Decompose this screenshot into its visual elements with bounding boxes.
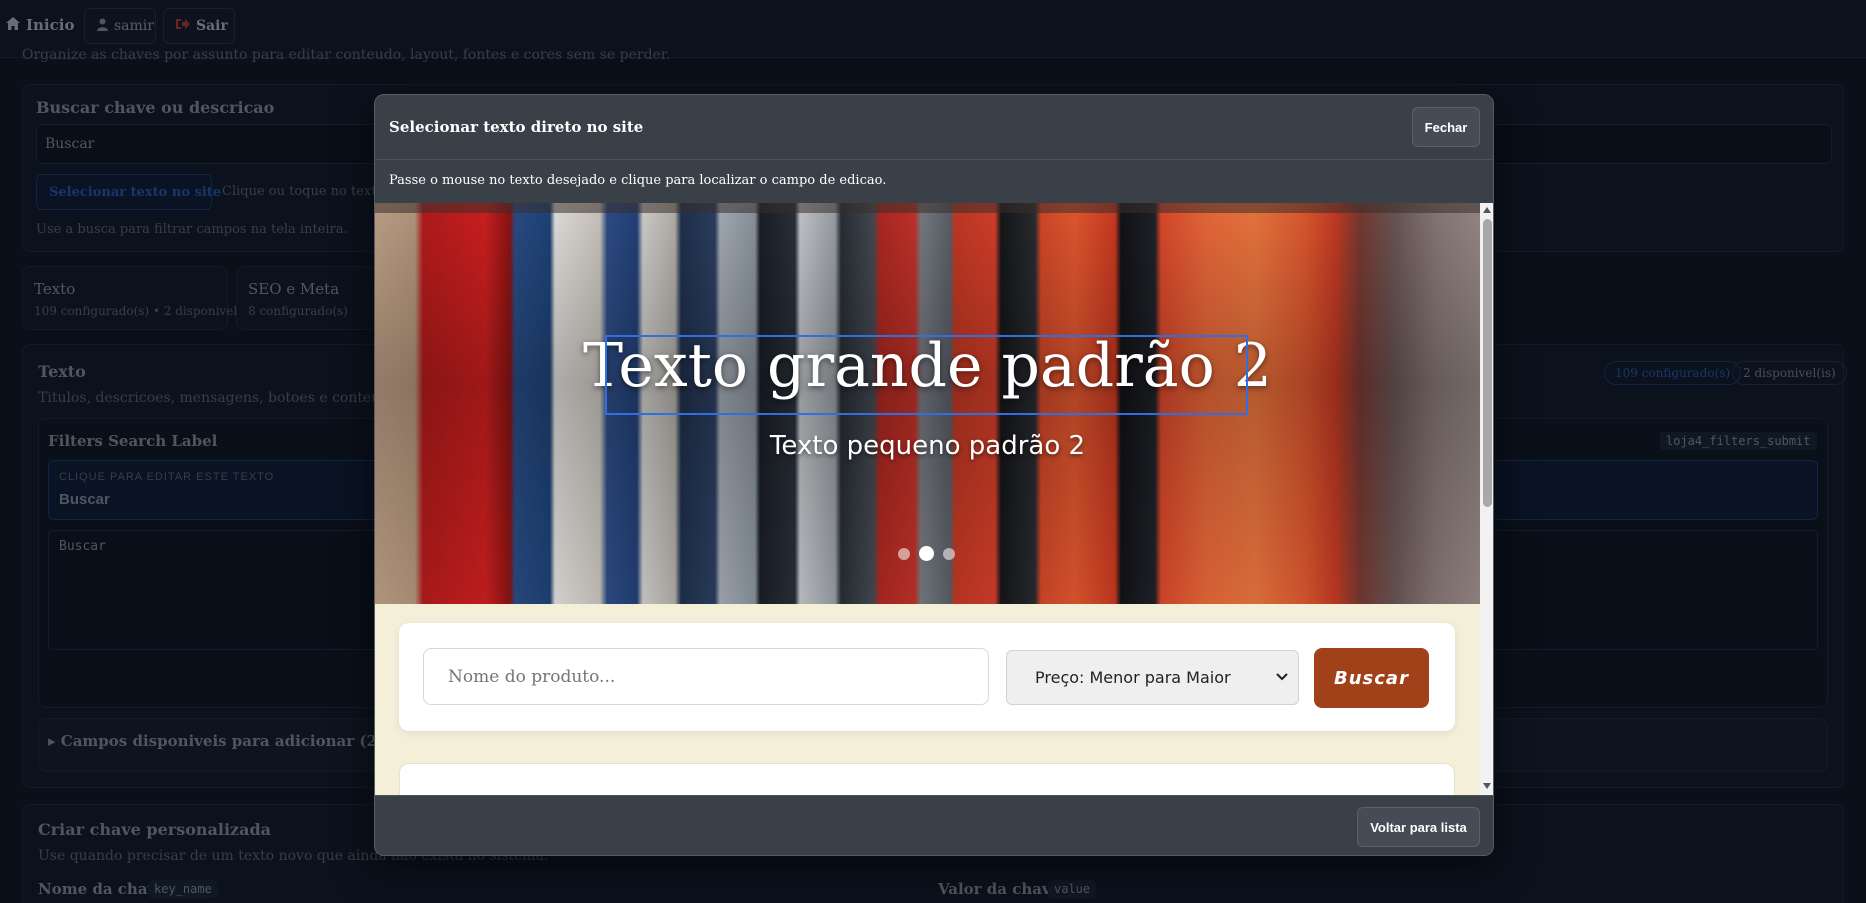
hero-banner: Texto grande padrão 2 Texto pequeno padr… [375,203,1480,604]
back-to-list-button[interactable]: Voltar para lista [1357,807,1480,847]
site-preview-frame[interactable]: Texto grande padrão 2 Texto pequeno padr… [375,203,1480,795]
scroll-up-arrow-icon[interactable] [1483,207,1491,213]
modal-hint: Passe o mouse no texto desejado e clique… [389,173,887,188]
carousel-dot-active[interactable] [919,546,934,561]
sort-selected-value: Preço: Menor para Maior [1035,668,1231,687]
scroll-down-arrow-icon[interactable] [1483,783,1491,789]
product-section-card [399,763,1455,795]
modal-title: Selecionar texto direto no site [389,118,644,136]
close-button[interactable]: Fechar [1412,107,1480,147]
modal-header: Selecionar texto direto no site Fechar [375,95,1493,160]
carousel-dots [898,546,955,561]
text-selection-highlight [605,335,1248,415]
chevron-down-icon [1276,669,1288,685]
product-search-input[interactable] [423,648,989,705]
scroll-thumb[interactable] [1483,219,1492,507]
select-text-modal: Selecionar texto direto no site Fechar P… [374,94,1494,856]
hero-subtitle[interactable]: Texto pequeno padrão 2 [375,431,1480,461]
product-search-button[interactable]: Buscar [1314,648,1429,708]
modal-footer: Voltar para lista [375,795,1493,855]
sort-select[interactable]: Preço: Menor para Maior [1006,650,1299,705]
product-search-card: Preço: Menor para Maior Buscar [399,623,1455,731]
carousel-dot[interactable] [943,547,955,560]
carousel-dot[interactable] [898,547,910,560]
preview-scrollbar[interactable] [1480,203,1493,795]
